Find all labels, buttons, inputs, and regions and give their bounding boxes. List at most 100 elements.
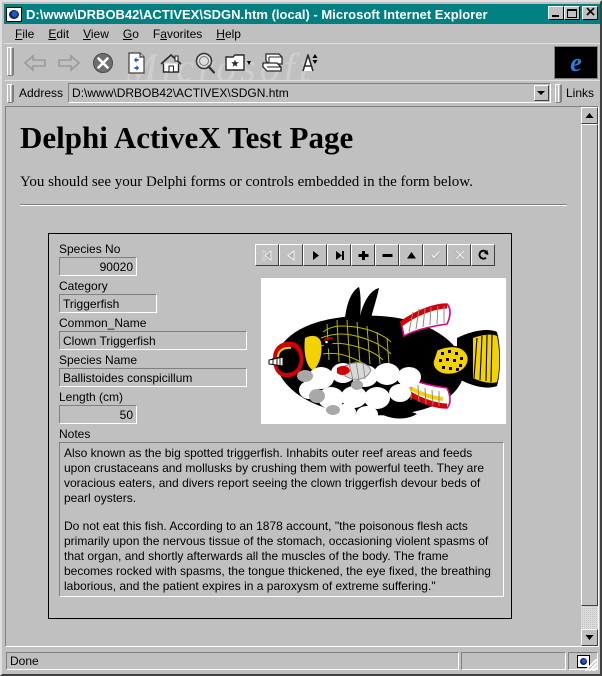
- scroll-down-icon: [585, 635, 594, 640]
- nav-prior-button[interactable]: [279, 244, 303, 266]
- check-icon: [429, 250, 441, 260]
- status-bar: Done: [4, 650, 600, 672]
- window-controls: [548, 6, 598, 20]
- db-navigator: [255, 244, 495, 266]
- favorites-icon: [225, 53, 251, 71]
- field-species-name[interactable]: Ballistoides conspicillum: [59, 368, 247, 387]
- forward-button[interactable]: [52, 46, 86, 79]
- print-icon: [262, 52, 283, 72]
- refresh-icon: [128, 51, 145, 74]
- label-length: Length (cm): [59, 390, 124, 404]
- field-notes[interactable]: Also known as the big spotted triggerfis…: [59, 442, 504, 597]
- notes-paragraph-2: Do not eat this fish. According to an 18…: [64, 519, 491, 593]
- nav-insert-button[interactable]: [351, 244, 375, 266]
- address-bar: Address D:\www\DRBOB42\ACTIVEX\SDGN.htm …: [4, 80, 600, 105]
- field-common-name[interactable]: Clown Triggerfish: [59, 331, 247, 350]
- close-button[interactable]: [582, 6, 598, 20]
- toolbar: Microsoft e: [4, 43, 600, 80]
- minimize-button[interactable]: [548, 6, 564, 20]
- links-label[interactable]: Links: [566, 86, 594, 100]
- scroll-down-button[interactable]: [581, 629, 598, 646]
- back-icon: [23, 53, 46, 72]
- stop-button[interactable]: [86, 46, 120, 79]
- window-title: D:\www\DRBOB42\ACTIVEX\SDGN.htm (local) …: [26, 6, 488, 22]
- home-icon: [160, 53, 182, 73]
- document-area: Delphi ActiveX Test Page You should see …: [5, 106, 599, 647]
- font-size-button[interactable]: [290, 46, 324, 79]
- ie-logo-icon: e: [570, 47, 582, 77]
- page-paragraph: You should see your Delphi forms or cont…: [20, 174, 473, 190]
- links-grip[interactable]: [554, 83, 562, 103]
- nav-first-button[interactable]: [255, 244, 279, 266]
- nav-delete-button[interactable]: [375, 244, 399, 266]
- address-dropdown-button[interactable]: [533, 85, 549, 101]
- scroll-up-icon: [585, 113, 594, 118]
- scroll-up-button[interactable]: [581, 107, 598, 124]
- nav-last-button[interactable]: [327, 244, 351, 266]
- field-species-image: [261, 278, 506, 424]
- horizontal-rule: [20, 204, 567, 206]
- address-bar-grip[interactable]: [7, 83, 14, 103]
- refresh-button[interactable]: [120, 46, 154, 79]
- clown-triggerfish-illustration: [261, 278, 506, 424]
- vertical-scrollbar[interactable]: [581, 107, 598, 646]
- print-button[interactable]: [256, 46, 290, 79]
- label-species-no: Species No: [59, 242, 121, 256]
- search-button[interactable]: [188, 46, 222, 79]
- chevron-down-icon: [537, 91, 546, 95]
- menu-bar: File Edit View Go Favorites Help: [4, 24, 600, 43]
- last-record-icon: [335, 250, 344, 260]
- browser-window: D:\www\DRBOB42\ACTIVEX\SDGN.htm (local) …: [0, 0, 602, 676]
- menu-item-help[interactable]: Help: [209, 26, 248, 42]
- field-species-no[interactable]: 90020: [59, 257, 137, 276]
- page-title: Delphi ActiveX Test Page: [20, 120, 354, 155]
- nav-edit-button[interactable]: [399, 244, 423, 266]
- toolbar-buttons: [18, 46, 324, 79]
- address-label: Address: [19, 86, 64, 100]
- maximize-button[interactable]: [564, 6, 580, 20]
- ie-document-icon: [6, 6, 22, 22]
- label-species-name: Species Name: [59, 353, 138, 367]
- field-category[interactable]: Triggerfish: [59, 294, 157, 313]
- home-button[interactable]: [154, 46, 188, 79]
- menu-item-view[interactable]: View: [76, 26, 116, 42]
- delphi-activex-form: Species No 90020 Category Triggerfish Co…: [48, 233, 512, 619]
- up-triangle-icon: [406, 251, 416, 258]
- font-size-icon: [302, 53, 318, 71]
- nav-next-button[interactable]: [303, 244, 327, 266]
- search-icon: [195, 52, 216, 74]
- plus-icon: [358, 250, 368, 260]
- close-icon: [585, 7, 595, 16]
- nav-post-button[interactable]: [423, 244, 447, 266]
- menu-item-favorites[interactable]: Favorites: [146, 26, 209, 42]
- menu-item-go[interactable]: Go: [116, 26, 146, 42]
- menu-item-edit[interactable]: Edit: [41, 26, 76, 42]
- prior-record-icon: [286, 249, 294, 261]
- menu-item-file[interactable]: File: [8, 26, 41, 42]
- resize-grip[interactable]: [585, 659, 597, 671]
- field-length[interactable]: 50: [59, 405, 137, 424]
- address-value: D:\www\DRBOB42\ACTIVEX\SDGN.htm: [72, 86, 289, 100]
- status-progress: [461, 652, 566, 670]
- label-notes: Notes: [59, 427, 91, 441]
- minus-icon: [382, 253, 392, 257]
- notes-paragraph-1: Also known as the big spotted triggerfis…: [64, 446, 484, 505]
- nav-refresh-button[interactable]: [471, 244, 495, 266]
- favorites-button[interactable]: [222, 46, 256, 79]
- status-message: Done: [6, 652, 459, 670]
- label-common-name: Common_Name: [59, 316, 147, 330]
- title-bar: D:\www\DRBOB42\ACTIVEX\SDGN.htm (local) …: [4, 4, 600, 24]
- scrollbar-thumb[interactable]: [581, 124, 598, 606]
- first-record-icon: [262, 249, 271, 261]
- ie-logo[interactable]: e: [554, 46, 598, 79]
- label-category: Category: [59, 279, 108, 293]
- toolbar-grip[interactable]: [7, 47, 14, 76]
- document-content: Delphi ActiveX Test Page You should see …: [6, 107, 581, 646]
- address-input[interactable]: D:\www\DRBOB42\ACTIVEX\SDGN.htm: [68, 83, 551, 103]
- stop-icon: [93, 52, 113, 73]
- next-record-icon: [312, 250, 319, 260]
- cross-icon: [454, 250, 464, 260]
- back-button[interactable]: [18, 46, 52, 79]
- nav-cancel-button[interactable]: [447, 244, 471, 266]
- forward-icon: [58, 53, 81, 72]
